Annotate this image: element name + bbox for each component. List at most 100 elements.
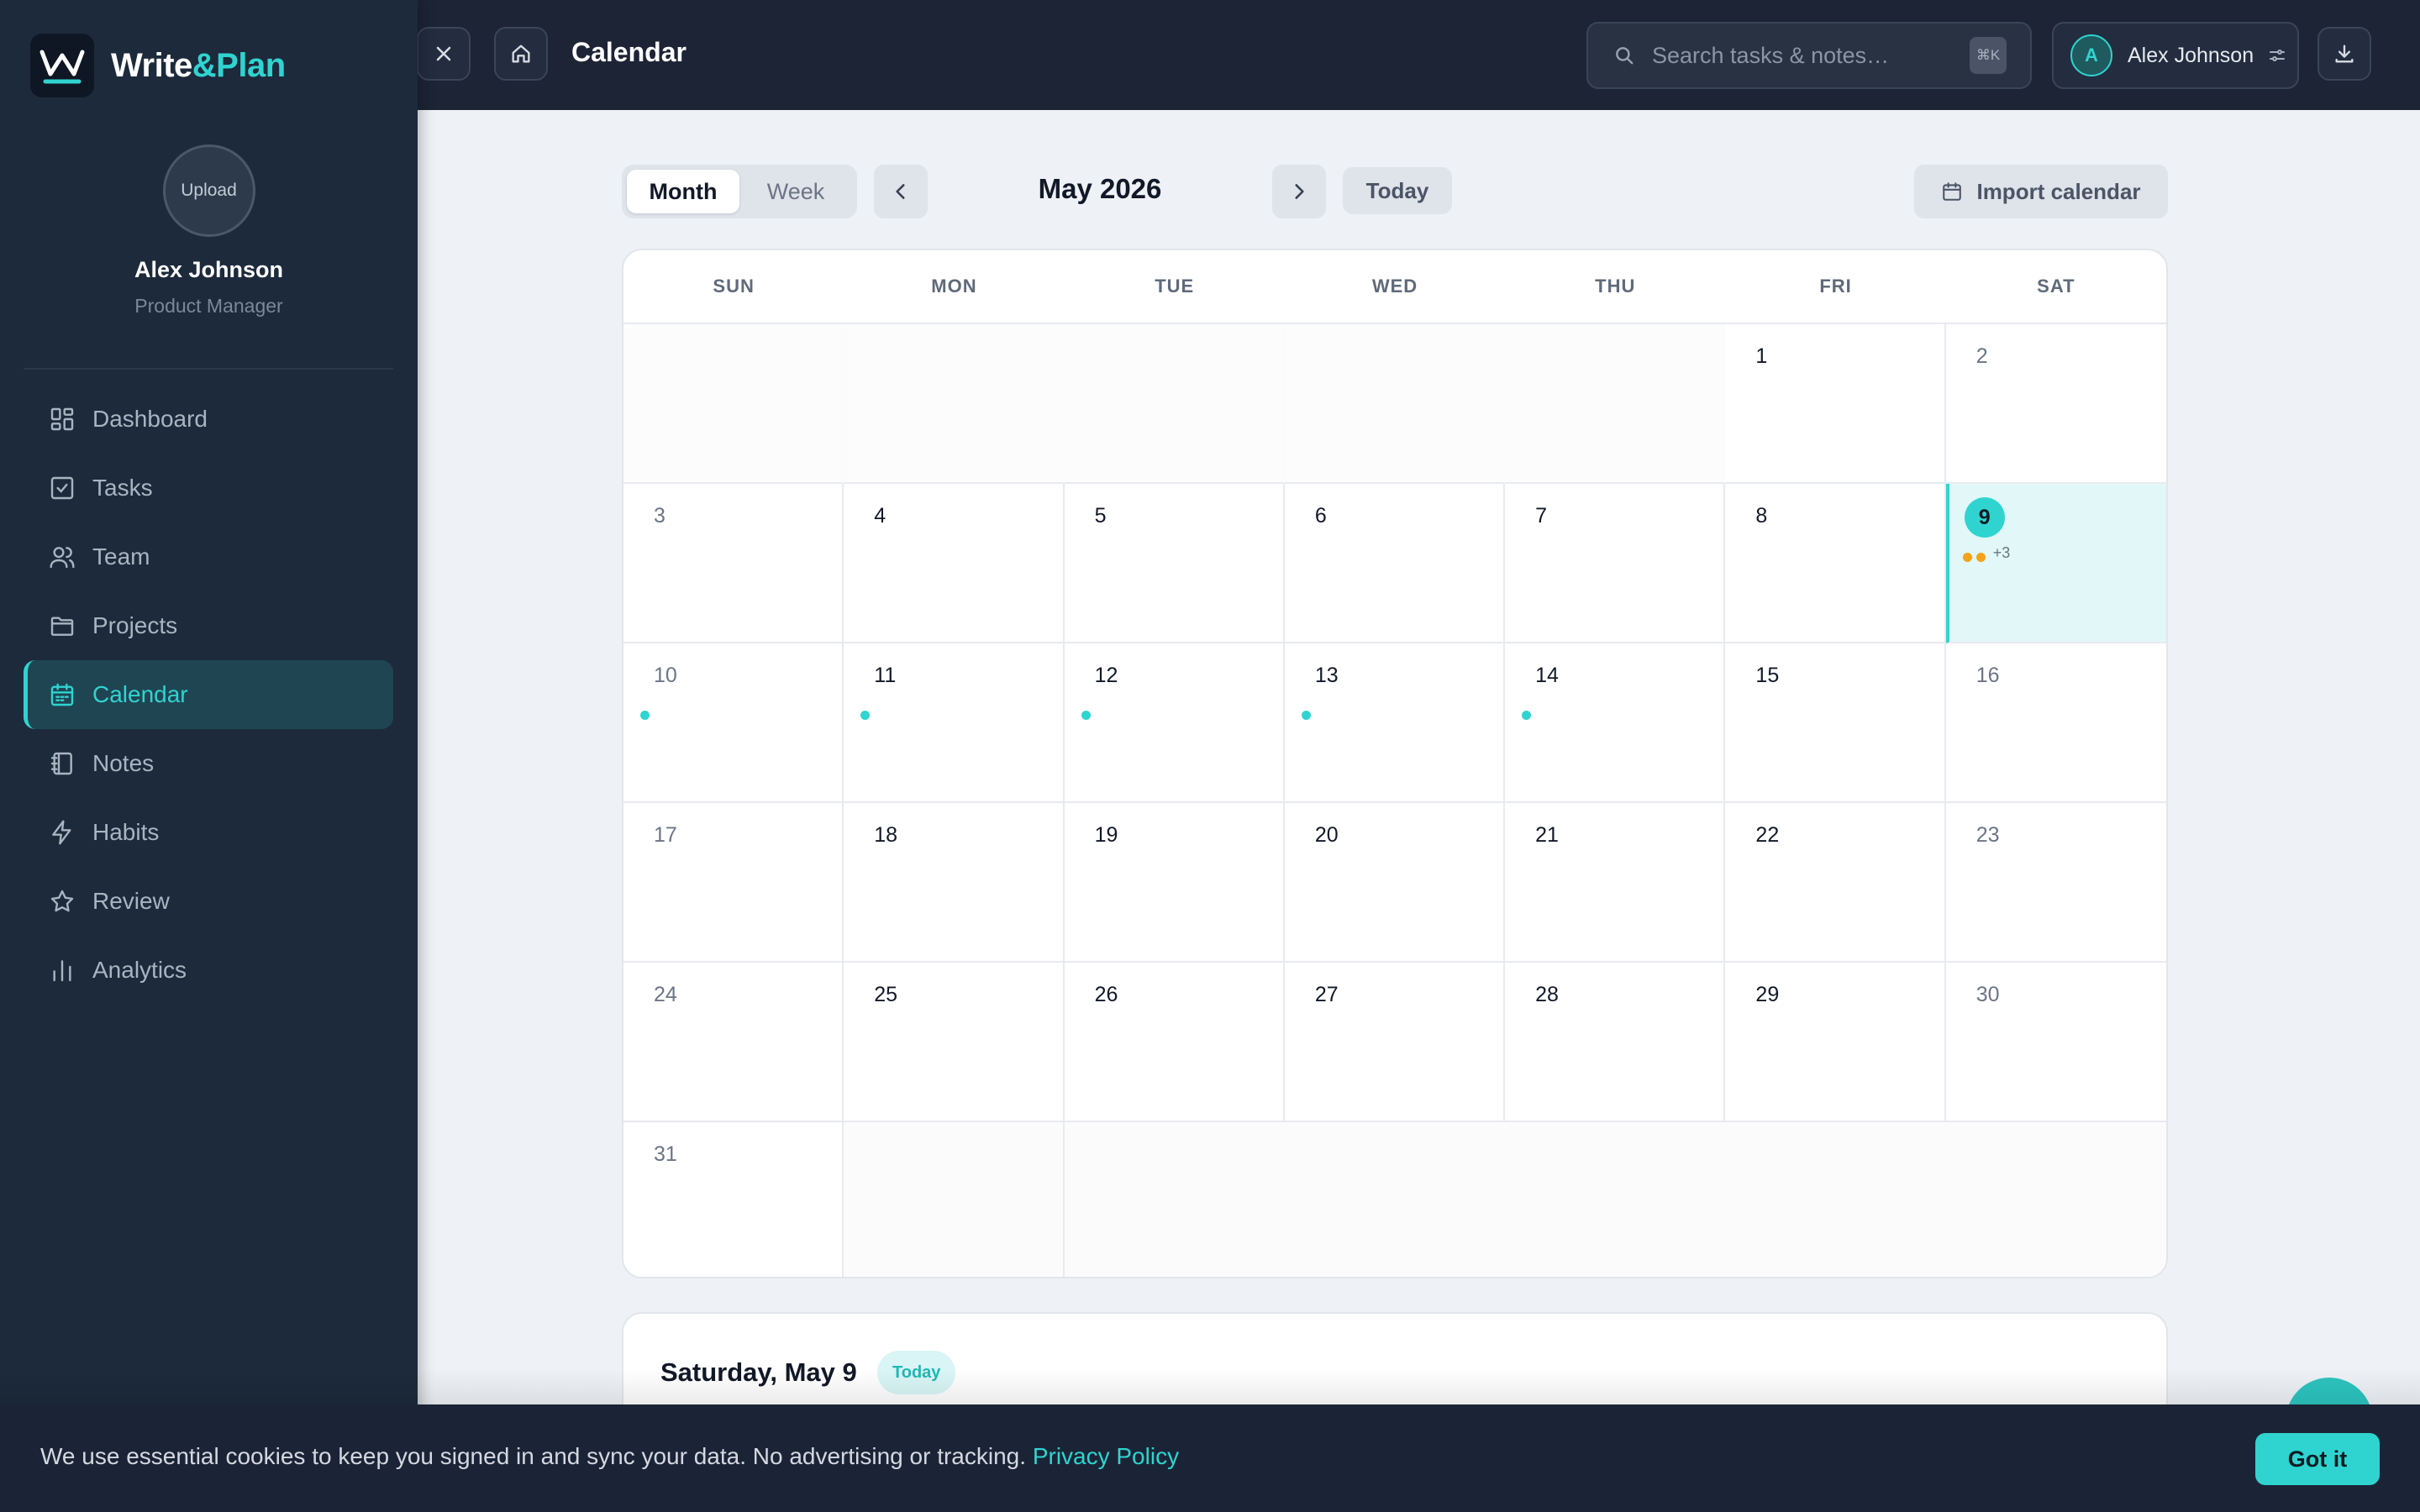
home-button[interactable] [494, 27, 548, 81]
day-cell-16[interactable]: 16 [1945, 643, 2166, 803]
users-icon [50, 547, 75, 569]
day-cell-9[interactable]: 9 +3 [1945, 484, 2166, 643]
weekday-label: TUE [1155, 276, 1195, 297]
user-menu-button[interactable]: A Alex Johnson [2052, 22, 2299, 89]
star-icon [50, 890, 74, 912]
day-number: 21 [1535, 823, 1559, 847]
event-dot [640, 711, 650, 720]
empty-day-cell [1284, 324, 1506, 484]
notebook-icon [50, 752, 72, 775]
close-sidebar-button[interactable] [417, 27, 471, 81]
sidebar-item-notes[interactable]: Notes [24, 729, 393, 798]
day-cell-31[interactable]: 31 [623, 1122, 844, 1277]
day-cell-2[interactable]: 2 [1945, 324, 2166, 484]
month-calendar: SUN MON TUE WED THU FRI SAT 1 2 3 4 5 6 7 8 9 +3 10 11 12 1… [622, 249, 2168, 1278]
day-cell-29[interactable]: 29 [1725, 963, 1946, 1122]
sidebar-nav: Dashboard Tasks Team Projects Calendar N… [24, 385, 393, 1005]
empty-day-cell [844, 324, 1065, 484]
empty-day-cell [623, 324, 844, 484]
avatar-upload-button[interactable]: Upload [162, 144, 255, 237]
avatar: A [2070, 34, 2112, 76]
day-cell-23[interactable]: 23 [1945, 803, 2166, 963]
day-cell-6[interactable]: 6 [1284, 484, 1506, 643]
download-button[interactable] [2317, 27, 2371, 81]
day-cell-27[interactable]: 27 [1284, 963, 1506, 1122]
privacy-policy-link[interactable]: Privacy Policy [1033, 1443, 1179, 1469]
day-cell-7[interactable]: 7 [1505, 484, 1726, 643]
day-number: 13 [1314, 664, 1339, 687]
empty-day-cell [1284, 1122, 1506, 1277]
day-number: 23 [1975, 823, 2000, 847]
import-calendar-button[interactable]: Import calendar [1914, 165, 2168, 218]
day-number: 10 [654, 664, 677, 687]
search-input[interactable]: Search tasks & notes… ⌘K [1586, 22, 2032, 89]
day-number: 6 [1314, 504, 1327, 528]
day-cell-21[interactable]: 21 [1505, 803, 1726, 963]
day-number: 5 [1094, 504, 1107, 528]
event-dot [1522, 711, 1532, 720]
day-cell-4[interactable]: 4 [844, 484, 1065, 643]
chevron-left-icon [896, 184, 905, 199]
previous-month-button[interactable] [874, 165, 928, 218]
day-number: 25 [874, 983, 898, 1006]
day-cell-1[interactable]: 1 [1725, 324, 1946, 484]
empty-day-cell [1505, 324, 1726, 484]
sidebar-item-dashboard[interactable]: Dashboard [24, 385, 393, 454]
day-cell-3[interactable]: 3 [623, 484, 844, 643]
sidebar-item-habits[interactable]: Habits [24, 798, 393, 867]
calendar-icon [1943, 182, 1962, 201]
day-cell-13[interactable]: 13 [1284, 643, 1506, 803]
day-cell-20[interactable]: 20 [1284, 803, 1506, 963]
today-button[interactable]: Today [1343, 167, 1452, 214]
event-dot [1081, 711, 1091, 720]
sidebar-item-projects[interactable]: Projects [24, 591, 393, 660]
sidebar-item-team[interactable]: Team [24, 522, 393, 591]
day-cell-8[interactable]: 8 [1725, 484, 1946, 643]
next-month-button[interactable] [1272, 165, 1326, 218]
day-number: 4 [874, 504, 886, 528]
day-number: 26 [1094, 983, 1118, 1006]
sidebar-item-calendar[interactable]: Calendar [24, 660, 393, 729]
dashboard-icon [50, 407, 74, 431]
day-cell-14[interactable]: 14 [1505, 643, 1726, 803]
day-number: 19 [1094, 823, 1118, 847]
day-cell-18[interactable]: 18 [844, 803, 1065, 963]
day-cell-26[interactable]: 26 [1064, 963, 1285, 1122]
profile-name: Alex Johnson [134, 257, 284, 282]
day-cell-10[interactable]: 10 [623, 643, 844, 803]
day-cell-12[interactable]: 12 [1064, 643, 1285, 803]
day-cell-17[interactable]: 17 [623, 803, 844, 963]
day-cell-28[interactable]: 28 [1505, 963, 1726, 1122]
sidebar-item-analytics[interactable]: Analytics [24, 936, 393, 1005]
day-cell-5[interactable]: 5 [1064, 484, 1285, 643]
day-cell-22[interactable]: 22 [1725, 803, 1946, 963]
day-cell-24[interactable]: 24 [623, 963, 844, 1122]
sidebar-item-tasks[interactable]: Tasks [24, 454, 393, 522]
weekday-label: FRI [1819, 276, 1852, 297]
page-title: Calendar [571, 37, 687, 67]
home-icon [512, 45, 530, 63]
close-icon [436, 46, 451, 61]
event-dot [1962, 553, 1972, 562]
empty-day-cell [844, 1122, 1065, 1277]
download-icon [2335, 45, 2354, 63]
cookie-banner: We use essential cookies to keep you sig… [0, 1404, 2420, 1512]
sidebar: Write&Plan Upload Alex Johnson Product M… [0, 0, 418, 1512]
day-number: 24 [654, 983, 677, 1006]
empty-day-cell [1945, 1122, 2166, 1277]
accept-cookies-button[interactable]: Got it [2255, 1433, 2380, 1485]
app-logo[interactable]: Write&Plan [30, 34, 286, 97]
view-week-button[interactable]: Week [739, 170, 852, 213]
view-month-button[interactable]: Month [627, 170, 739, 213]
sidebar-divider [24, 368, 393, 370]
day-number: 2 [1975, 344, 1988, 368]
folder-icon [50, 617, 74, 636]
day-cell-25[interactable]: 25 [844, 963, 1065, 1122]
day-cell-15[interactable]: 15 [1725, 643, 1946, 803]
day-cell-11[interactable]: 11 [844, 643, 1065, 803]
check-square-icon [50, 476, 74, 500]
sidebar-item-review[interactable]: Review [24, 867, 393, 936]
day-cell-19[interactable]: 19 [1064, 803, 1285, 963]
day-cell-30[interactable]: 30 [1945, 963, 2166, 1122]
more-events-label[interactable]: +3 [1993, 544, 2011, 562]
